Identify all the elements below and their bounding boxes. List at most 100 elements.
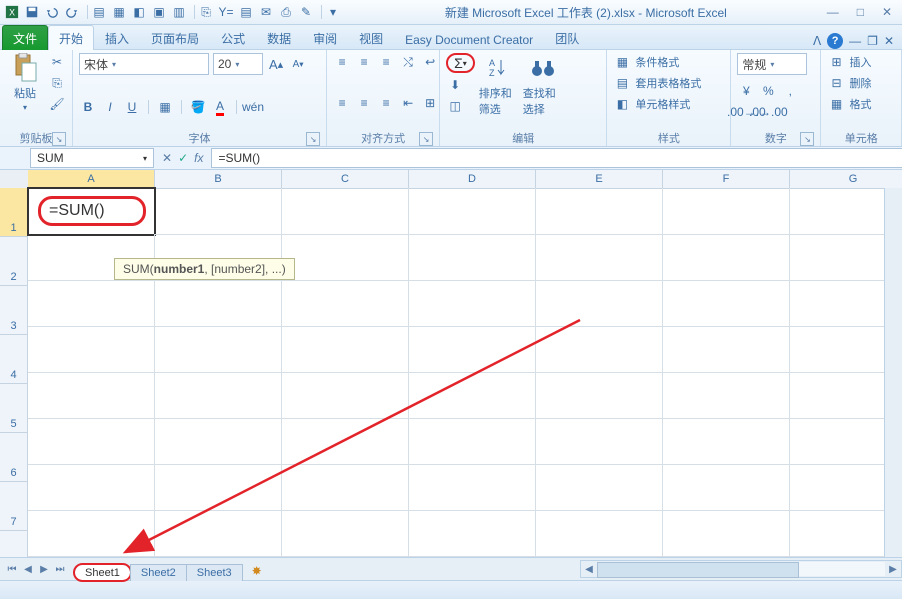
cell[interactable] — [409, 280, 536, 327]
conditional-format-icon[interactable]: ▦ — [613, 53, 631, 71]
cell[interactable] — [409, 418, 536, 465]
qat-icon-3[interactable]: ◧ — [131, 4, 147, 20]
accept-formula-button[interactable]: ✓ — [178, 151, 188, 165]
font-color-icon[interactable]: A — [211, 98, 229, 116]
insert-cells-label[interactable]: 插入 — [849, 54, 871, 70]
cell[interactable] — [536, 326, 663, 373]
cell[interactable] — [409, 372, 536, 419]
cell[interactable] — [282, 464, 409, 511]
cell[interactable] — [28, 280, 155, 327]
cell[interactable] — [155, 326, 282, 373]
cell[interactable] — [663, 188, 790, 235]
save-icon[interactable] — [24, 4, 40, 20]
dialog-launcher-icon[interactable]: ↘ — [306, 132, 320, 146]
col-header-a[interactable]: A — [28, 170, 155, 189]
cell[interactable] — [663, 418, 790, 465]
autosum-button[interactable]: Σ ▾ — [446, 53, 475, 73]
italic-button[interactable]: I — [101, 98, 119, 116]
cell[interactable] — [409, 510, 536, 557]
orientation-icon[interactable]: ⤭ — [399, 53, 417, 71]
dialog-launcher-icon[interactable]: ↘ — [52, 132, 66, 146]
cut-icon[interactable]: ✂ — [48, 53, 66, 71]
qat-icon-4[interactable]: ▣ — [151, 4, 167, 20]
cell[interactable] — [536, 418, 663, 465]
sheet-tab-2[interactable]: Sheet2 — [130, 564, 187, 581]
cell[interactable] — [536, 280, 663, 327]
delete-cells-icon[interactable]: ⊟ — [827, 74, 845, 92]
col-header-g[interactable]: G — [790, 170, 902, 189]
cell[interactable] — [409, 326, 536, 373]
decrease-decimal-icon[interactable]: .0→.00 — [759, 103, 777, 121]
row-header-6[interactable]: 6 — [0, 433, 28, 482]
find-select-button[interactable]: 查找和选择 — [523, 53, 563, 117]
row-header-7[interactable]: 7 — [0, 482, 28, 531]
sheet-nav-last-icon[interactable]: ⏭ — [52, 561, 68, 577]
tab-team[interactable]: 团队 — [544, 25, 590, 50]
dialog-launcher-icon[interactable]: ↘ — [419, 132, 433, 146]
tab-data[interactable]: 数据 — [256, 25, 302, 50]
tab-home[interactable]: 开始 — [48, 25, 94, 50]
qat-icon-1[interactable]: ▤ — [91, 4, 107, 20]
cell[interactable] — [536, 188, 663, 235]
doc-close-button[interactable]: ✕ — [884, 34, 894, 48]
sheet-nav-next-icon[interactable]: ▶ — [36, 561, 52, 577]
name-box[interactable]: SUM ▾ — [30, 148, 154, 168]
cell[interactable] — [536, 372, 663, 419]
font-size-combo[interactable]: 20▾ — [213, 53, 263, 75]
qat-icon-8[interactable]: ▤ — [238, 4, 254, 20]
fx-icon[interactable]: fx — [194, 151, 203, 165]
cell[interactable] — [155, 418, 282, 465]
horizontal-scrollbar[interactable]: ◀ ▶ — [580, 560, 902, 578]
cell[interactable] — [28, 418, 155, 465]
cell[interactable] — [409, 464, 536, 511]
merge-cells-icon[interactable]: ⊞ — [421, 94, 439, 112]
cell[interactable] — [155, 510, 282, 557]
qat-icon-6[interactable]: ⎘ — [198, 4, 214, 20]
close-button[interactable]: ✕ — [882, 5, 892, 19]
phonetic-icon[interactable]: wén — [244, 98, 262, 116]
col-header-e[interactable]: E — [536, 170, 663, 189]
tab-view[interactable]: 视图 — [348, 25, 394, 50]
number-format-combo[interactable]: 常规▾ — [737, 53, 807, 75]
wrap-text-icon[interactable]: ↩ — [421, 53, 439, 71]
cancel-formula-button[interactable]: ✕ — [162, 151, 172, 165]
align-center-icon[interactable]: ≡ — [355, 94, 373, 112]
tab-review[interactable]: 审阅 — [302, 25, 348, 50]
maximize-button[interactable]: □ — [857, 5, 864, 19]
align-bottom-icon[interactable]: ≡ — [377, 53, 395, 71]
cell[interactable] — [282, 280, 409, 327]
clear-icon[interactable]: ◫ — [446, 97, 464, 115]
indent-decrease-icon[interactable]: ⇤ — [399, 94, 417, 112]
align-left-icon[interactable]: ≡ — [333, 94, 351, 112]
tab-formulas[interactable]: 公式 — [210, 25, 256, 50]
qat-icon-7[interactable]: Y= — [218, 4, 234, 20]
sort-filter-button[interactable]: AZ 排序和筛选 — [479, 53, 519, 117]
cell[interactable] — [663, 372, 790, 419]
conditional-format-label[interactable]: 条件格式 — [635, 54, 679, 70]
tab-layout[interactable]: 页面布局 — [140, 25, 210, 50]
cell[interactable] — [282, 326, 409, 373]
help-icon[interactable]: ? — [827, 33, 843, 49]
new-sheet-button[interactable]: ✸ — [246, 562, 268, 580]
cell[interactable] — [155, 280, 282, 327]
dialog-launcher-icon[interactable]: ↘ — [800, 132, 814, 146]
scroll-left-icon[interactable]: ◀ — [581, 561, 597, 577]
qat-icon-9[interactable]: ✉ — [258, 4, 274, 20]
col-header-c[interactable]: C — [282, 170, 409, 189]
qat-dropdown-icon[interactable]: ▾ — [325, 4, 341, 20]
cell[interactable] — [155, 188, 282, 235]
align-top-icon[interactable]: ≡ — [333, 53, 351, 71]
doc-restore-button[interactable]: ❐ — [867, 34, 878, 48]
row-header-8[interactable]: 8 — [0, 531, 28, 557]
table-format-icon[interactable]: ▤ — [613, 74, 631, 92]
sheet-nav-first-icon[interactable]: ⏮ — [4, 561, 20, 577]
currency-icon[interactable]: ¥ — [737, 82, 755, 100]
cell[interactable] — [282, 234, 409, 281]
minimize-button[interactable]: — — [827, 5, 839, 19]
cell[interactable] — [155, 464, 282, 511]
fill-icon[interactable]: ⬇ — [446, 76, 464, 94]
percent-icon[interactable]: % — [759, 82, 777, 100]
row-header-4[interactable]: 4 — [0, 335, 28, 384]
col-header-d[interactable]: D — [409, 170, 536, 189]
qat-icon-5[interactable]: ▥ — [171, 4, 187, 20]
